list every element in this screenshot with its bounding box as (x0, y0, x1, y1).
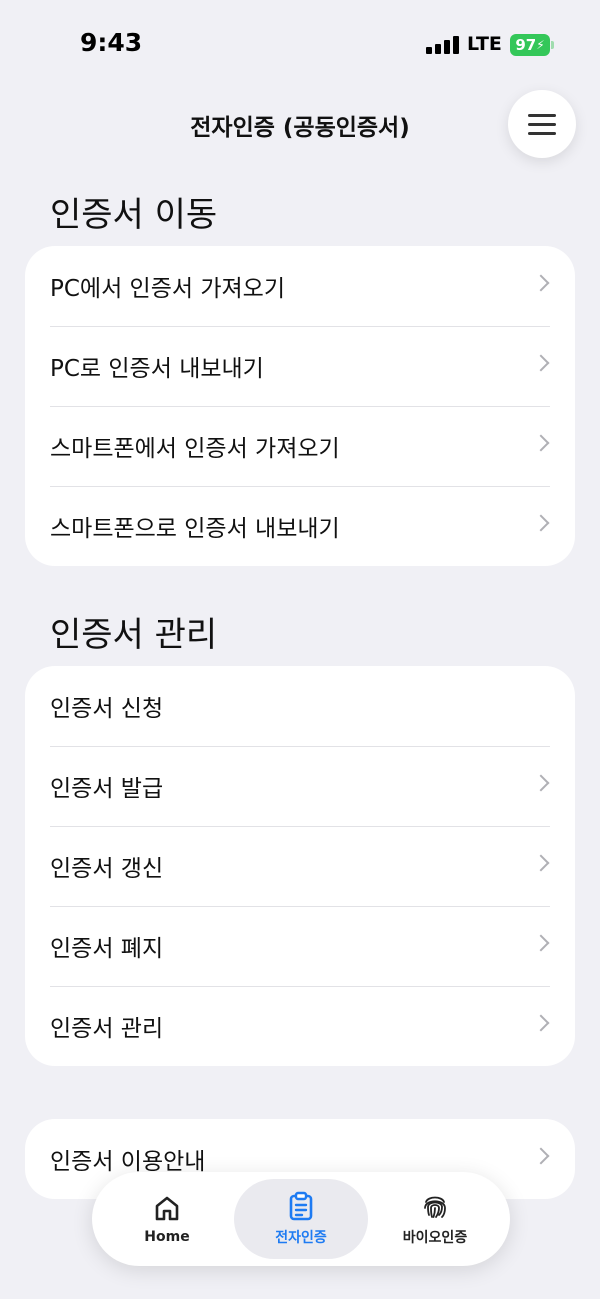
tab-home[interactable]: Home (100, 1179, 234, 1259)
clipboard-icon (289, 1191, 313, 1221)
hamburger-line (528, 122, 556, 126)
section-title-move: 인증서 이동 (50, 195, 218, 235)
list-item-manage[interactable]: 인증서 관리 (25, 986, 575, 1066)
battery-level: 97 (515, 36, 537, 54)
status-time: 9:43 (80, 28, 143, 57)
list-item-export-to-pc[interactable]: PC로 인증서 내보내기 (25, 326, 575, 406)
list-item-issue[interactable]: 인증서 발급 (25, 746, 575, 826)
certificate-manage-card: 인증서 신청 인증서 발급 인증서 갱신 인증서 폐지 인증서 관리 (25, 666, 575, 1066)
signal-strength-icon (426, 36, 460, 54)
hamburger-line (528, 131, 556, 135)
status-bar: 9:43 LTE 97 ⚡ (0, 0, 600, 90)
chevron-right-icon (532, 514, 550, 532)
list-item-import-from-pc[interactable]: PC에서 인증서 가져오기 (25, 246, 575, 326)
list-item-import-from-phone[interactable]: 스마트폰에서 인증서 가져오기 (25, 406, 575, 486)
list-item-label: 인증서 갱신 (50, 856, 164, 882)
chevron-right-icon (532, 354, 550, 372)
chevron-right-icon (532, 934, 550, 952)
tab-e-certification[interactable]: 전자인증 (234, 1179, 368, 1259)
list-item-apply[interactable]: 인증서 신청 (25, 666, 575, 746)
tab-bio-certification[interactable]: 바이오인증 (368, 1179, 502, 1259)
home-icon (155, 1196, 179, 1221)
battery-icon: 97 ⚡ (510, 34, 550, 56)
network-type: LTE (467, 33, 502, 55)
list-item-label: 인증서 관리 (50, 1016, 164, 1042)
list-item-label: 인증서 이용안내 (50, 1149, 206, 1175)
tab-label: 바이오인증 (402, 1230, 468, 1246)
list-item-label: 스마트폰으로 인증서 내보내기 (50, 516, 340, 542)
tab-label: Home (144, 1229, 190, 1245)
section-title-manage: 인증서 관리 (50, 615, 218, 655)
chevron-right-icon (532, 1014, 550, 1032)
chevron-right-icon (532, 434, 550, 452)
chevron-right-icon (532, 274, 550, 292)
tab-label: 전자인증 (275, 1230, 327, 1246)
certificate-move-card: PC에서 인증서 가져오기 PC로 인증서 내보내기 스마트폰에서 인증서 가져… (25, 246, 575, 566)
list-item-label: 인증서 발급 (50, 776, 164, 802)
list-item-export-to-phone[interactable]: 스마트폰으로 인증서 내보내기 (25, 486, 575, 566)
battery-tip (551, 41, 554, 49)
list-item-label: 인증서 신청 (50, 696, 164, 722)
bottom-tab-bar: Home 전자인증 바이오인증 (92, 1172, 510, 1266)
list-item-label: 스마트폰에서 인증서 가져오기 (50, 436, 340, 462)
list-item-renew[interactable]: 인증서 갱신 (25, 826, 575, 906)
menu-button[interactable] (508, 90, 576, 158)
list-item-label: PC에서 인증서 가져오기 (50, 276, 285, 302)
fingerprint-icon (424, 1196, 446, 1218)
chevron-right-icon (532, 774, 550, 792)
chevron-right-icon (532, 1147, 550, 1165)
list-item-label: PC로 인증서 내보내기 (50, 356, 264, 382)
list-item-revoke[interactable]: 인증서 폐지 (25, 906, 575, 986)
hamburger-menu-icon (528, 113, 556, 117)
list-item-label: 인증서 폐지 (50, 936, 164, 962)
chevron-right-icon (532, 854, 550, 872)
